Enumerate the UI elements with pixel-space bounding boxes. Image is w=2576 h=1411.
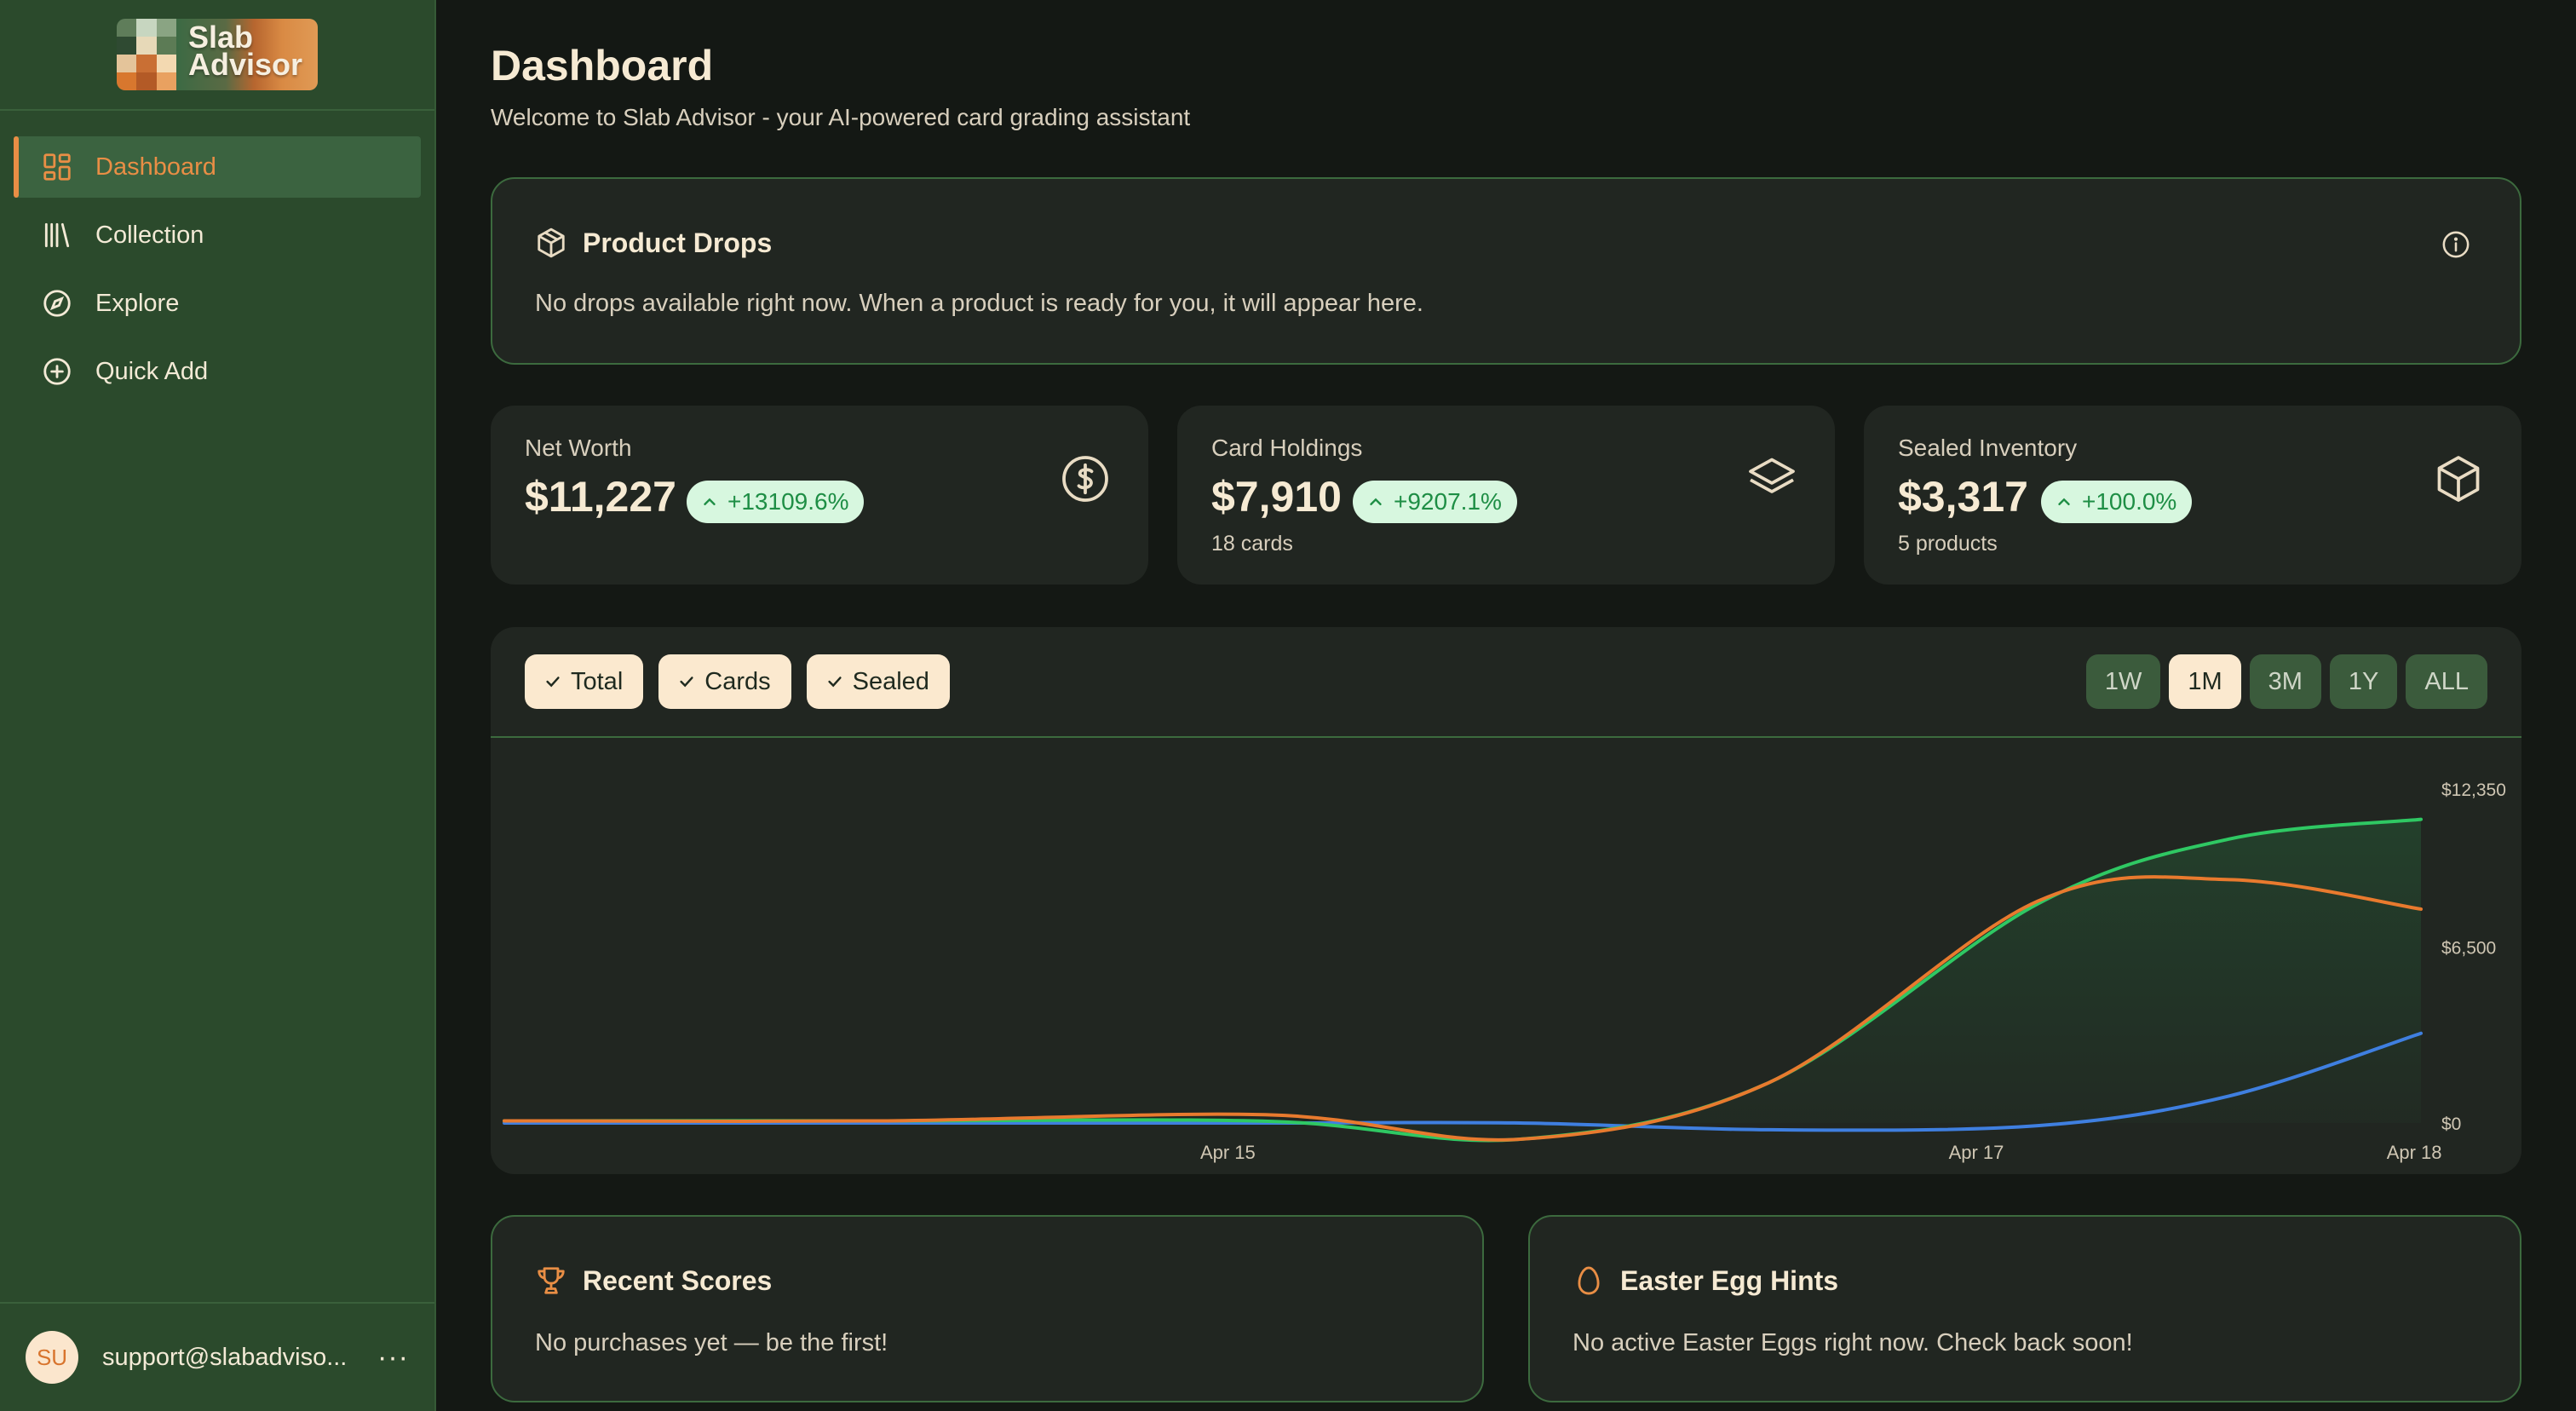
x-tick-label: Apr 18 bbox=[2387, 1142, 2442, 1163]
series-toggles: Total Cards Sealed bbox=[525, 654, 965, 709]
box-icon bbox=[2437, 456, 2480, 502]
trophy-icon bbox=[538, 1267, 565, 1294]
recent-scores-message: No purchases yet — be the first! bbox=[535, 1329, 888, 1356]
x-tick-label: Apr 15 bbox=[1200, 1142, 1256, 1163]
toggle-cards[interactable]: Cards bbox=[658, 654, 791, 709]
check-icon bbox=[680, 677, 693, 688]
stat-change-badge: +100.0% bbox=[2041, 481, 2193, 523]
recent-scores-title: Recent Scores bbox=[583, 1264, 773, 1296]
plus-circle-icon bbox=[43, 358, 71, 385]
stat-label: Sealed Inventory bbox=[1898, 435, 2078, 461]
egg-icon bbox=[1578, 1266, 1600, 1295]
easter-egg-header: Easter Egg Hints bbox=[1573, 1264, 1838, 1297]
portfolio-line-chart[interactable]: $12,350 $6,500 $0 Apr 15 Apr 17 Apr 18 bbox=[491, 738, 2521, 1172]
range-all[interactable]: ALL bbox=[2406, 654, 2487, 709]
chevron-up-icon bbox=[704, 498, 716, 505]
toggle-total[interactable]: Total bbox=[525, 654, 644, 709]
sidebar-item-dashboard[interactable]: Dashboard bbox=[14, 136, 421, 198]
range-3m[interactable]: 3M bbox=[2249, 654, 2321, 709]
logo-text: Slab Advisor bbox=[188, 20, 303, 82]
stat-change-badge: +9207.1% bbox=[1353, 481, 1517, 523]
user-menu[interactable]: SU support@slabadviso... ··· bbox=[0, 1302, 434, 1411]
product-drops-message: No drops available right now. When a pro… bbox=[535, 290, 1423, 317]
sidebar-item-label: Dashboard bbox=[95, 153, 216, 181]
recent-scores-header: Recent Scores bbox=[535, 1264, 772, 1297]
layers-icon bbox=[1749, 458, 1795, 493]
page-title: Dashboard bbox=[491, 42, 714, 89]
product-drops-title: Product Drops bbox=[583, 227, 773, 258]
stat-value: $7,910 bbox=[1211, 473, 1342, 521]
stat-value: $3,317 bbox=[1898, 473, 2028, 521]
y-tick-label: $0 bbox=[2441, 1114, 2461, 1134]
stat-value: $11,227 bbox=[525, 473, 676, 521]
stat-card-sealed-inventory: Sealed Inventory $3,317 +100.0% 5 produc… bbox=[1864, 406, 2521, 585]
range-1m[interactable]: 1M bbox=[2169, 654, 2241, 709]
page-subtitle: Welcome to Slab Advisor - your AI-powere… bbox=[491, 104, 1191, 130]
stat-label: Card Holdings bbox=[1211, 435, 1363, 461]
check-icon bbox=[546, 677, 560, 688]
portfolio-chart-card: Total Cards Sealed 1W 1M 3M 1Y ALL $12,3… bbox=[491, 627, 2521, 1174]
easter-egg-title: Easter Egg Hints bbox=[1620, 1264, 1839, 1296]
easter-egg-message: No active Easter Eggs right now. Check b… bbox=[1573, 1329, 2133, 1356]
app-logo[interactable]: Slab Advisor bbox=[117, 19, 318, 90]
chevron-up-icon bbox=[2058, 498, 2070, 505]
x-tick-label: Apr 17 bbox=[1949, 1142, 2004, 1163]
easter-egg-card: Easter Egg Hints No active Easter Eggs r… bbox=[1528, 1215, 2521, 1402]
info-icon[interactable] bbox=[2441, 230, 2470, 259]
sidebar-nav: Dashboard Collection Explore Quick Add bbox=[0, 111, 434, 402]
user-email: support@slabadviso... bbox=[102, 1343, 348, 1371]
total-area-fill bbox=[504, 819, 2421, 1141]
product-drops-card: Product Drops No drops available right n… bbox=[491, 177, 2521, 365]
logo-area: Slab Advisor bbox=[0, 0, 434, 111]
sidebar-item-label: Quick Add bbox=[95, 357, 209, 385]
stat-card-card-holdings: Card Holdings $7,910 +9207.1% 18 cards bbox=[1177, 406, 1835, 585]
range-1w[interactable]: 1W bbox=[2085, 654, 2161, 709]
stat-subtext: 5 products bbox=[1898, 532, 1998, 556]
stat-subtext: 18 cards bbox=[1211, 532, 1293, 556]
sidebar-item-explore[interactable]: Explore bbox=[14, 273, 421, 334]
compass-icon bbox=[43, 290, 71, 317]
library-icon bbox=[44, 222, 70, 248]
range-1y[interactable]: 1Y bbox=[2329, 654, 2398, 709]
product-drops-header: Product Drops bbox=[535, 227, 772, 259]
time-range-selector: 1W 1M 3M 1Y ALL bbox=[2078, 654, 2487, 709]
sidebar: Slab Advisor Dashboard Collection Explor… bbox=[0, 0, 436, 1411]
check-icon bbox=[828, 677, 842, 688]
toggle-sealed[interactable]: Sealed bbox=[806, 654, 950, 709]
stat-card-net-worth: Net Worth $11,227 +13109.6% bbox=[491, 406, 1148, 585]
dollar-circle-icon bbox=[1062, 456, 1108, 502]
y-tick-label: $6,500 bbox=[2441, 939, 2496, 959]
stat-change-badge: +13109.6% bbox=[687, 481, 865, 523]
sidebar-item-label: Explore bbox=[95, 289, 180, 317]
sidebar-item-quick-add[interactable]: Quick Add bbox=[14, 341, 421, 402]
avatar[interactable]: SU bbox=[26, 1331, 78, 1384]
more-options-icon[interactable]: ··· bbox=[377, 1341, 409, 1374]
stat-label: Net Worth bbox=[525, 435, 632, 461]
chevron-up-icon bbox=[1370, 498, 1382, 505]
logo-grid bbox=[117, 19, 176, 90]
package-icon bbox=[538, 227, 565, 258]
y-tick-label: $12,350 bbox=[2441, 780, 2506, 800]
sidebar-item-collection[interactable]: Collection bbox=[14, 204, 421, 266]
recent-scores-card: Recent Scores No purchases yet — be the … bbox=[491, 1215, 1484, 1402]
dashboard-grid-icon bbox=[43, 153, 71, 181]
sidebar-item-label: Collection bbox=[95, 221, 204, 249]
